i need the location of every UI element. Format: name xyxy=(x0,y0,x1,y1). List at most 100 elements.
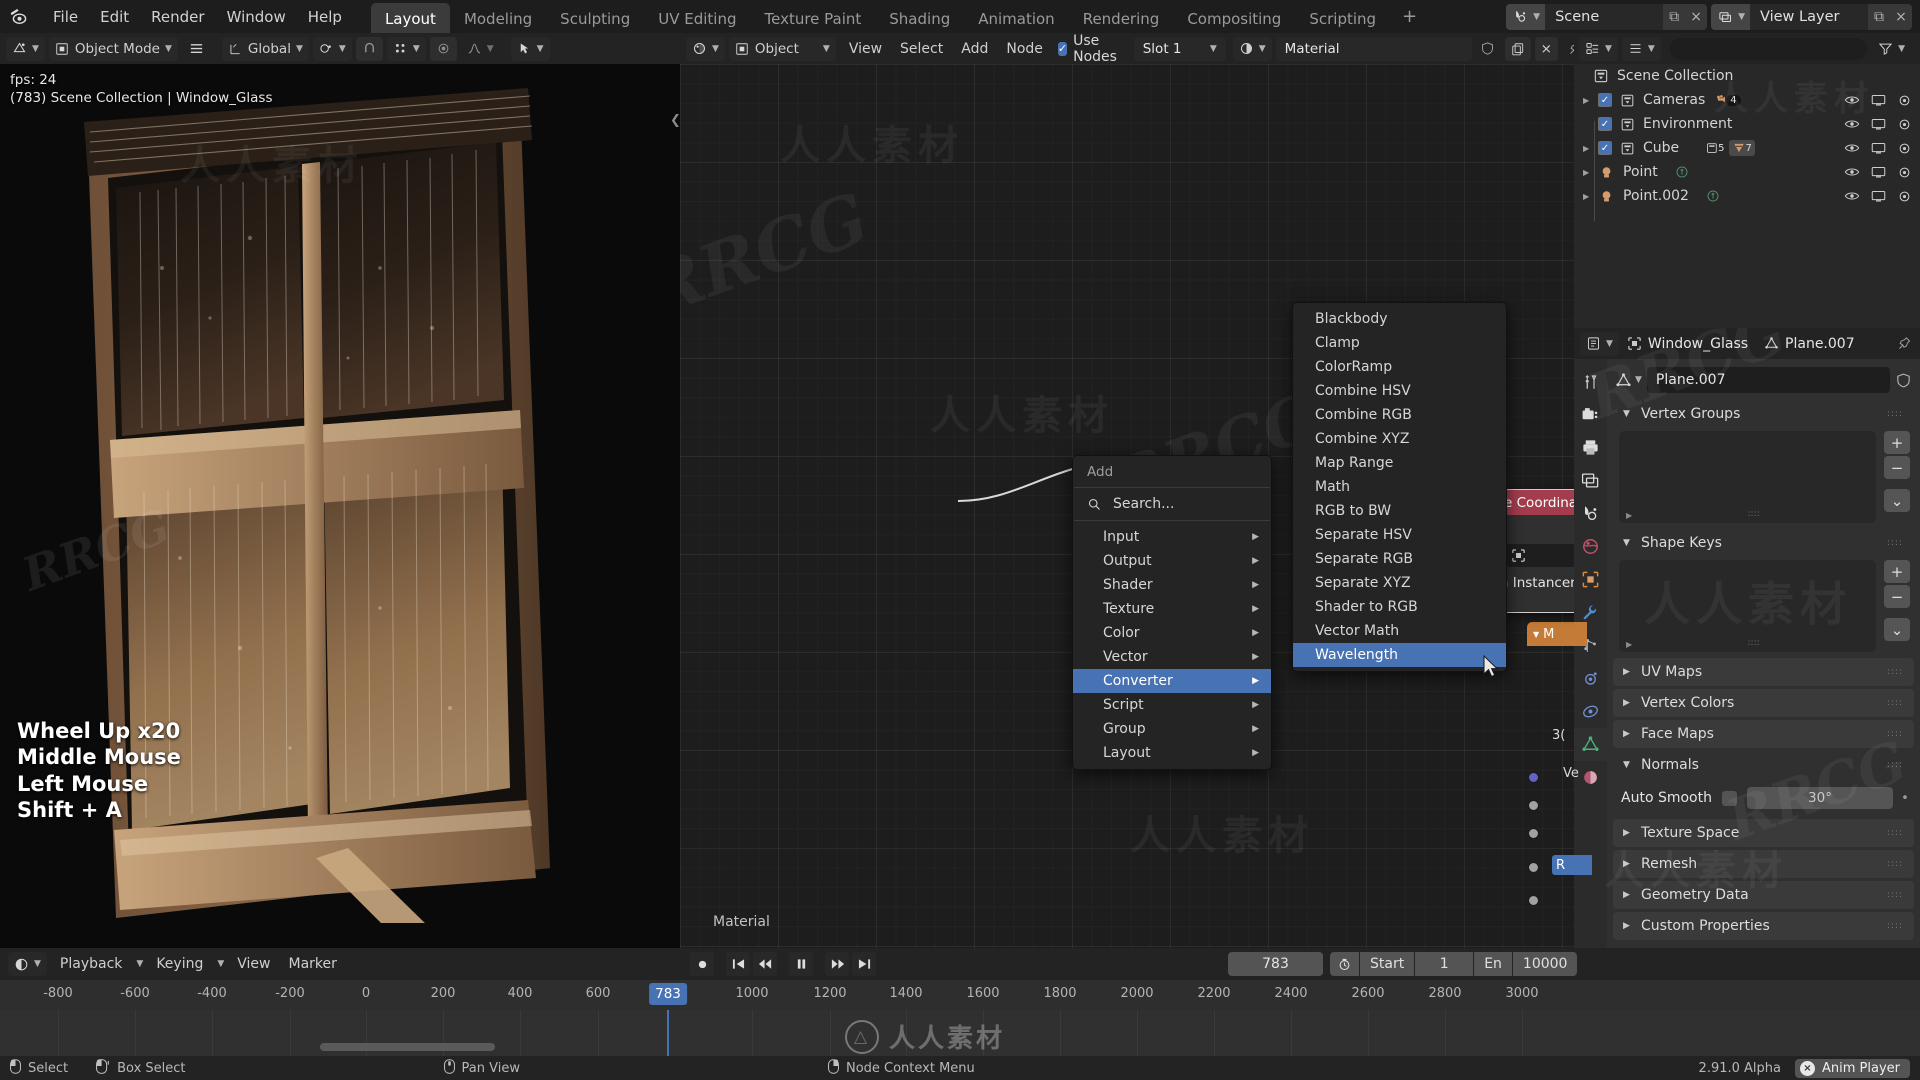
breadcrumb-data-name[interactable]: Plane.007 xyxy=(1785,336,1855,352)
remove-scene-button[interactable]: × xyxy=(1685,4,1707,30)
panel-face-maps[interactable]: ▶Face Maps :::: xyxy=(1613,720,1914,748)
add-menu-output[interactable]: Output▶ xyxy=(1073,549,1271,573)
material-slot-selector[interactable]: Slot 1 ▼ xyxy=(1134,37,1226,61)
menu-view[interactable]: View xyxy=(228,953,279,975)
partial-node-blue-field[interactable]: R xyxy=(1552,855,1592,875)
prev-keyframe-icon[interactable] xyxy=(753,952,777,976)
menu-file[interactable]: File xyxy=(42,5,89,29)
menu-add[interactable]: Add xyxy=(952,38,997,60)
animate-property-dot[interactable]: • xyxy=(1900,791,1910,806)
auto-key-clock-icon[interactable] xyxy=(1330,952,1359,976)
panel-remesh[interactable]: ▶Remesh :::: xyxy=(1613,850,1914,878)
mode-selector[interactable]: Object Mode ▼ xyxy=(49,37,178,61)
panel-custom-properties[interactable]: ▶Custom Properties :::: xyxy=(1613,912,1914,940)
editor-type-outliner-icon[interactable]: ▼ xyxy=(1579,37,1618,61)
3d-viewport[interactable]: fps: 24 (783) Scene Collection | Window_… xyxy=(0,33,680,948)
outliner-row-point-002[interactable]: ▶ Point.002 xyxy=(1574,184,1920,208)
screen-icon[interactable] xyxy=(1871,94,1886,107)
collection-exclude-checkbox[interactable]: ✓ xyxy=(1598,93,1612,107)
disclosure-triangle[interactable]: ▶ xyxy=(1583,168,1598,177)
outliner-row-point[interactable]: ▶ Point xyxy=(1574,160,1920,184)
use-nodes-checkbox[interactable]: ✓ Use Nodes xyxy=(1058,33,1122,65)
outliner-row-cameras[interactable]: ▶ ✓ Cameras 4 xyxy=(1574,88,1920,112)
fake-user-icon[interactable] xyxy=(1474,37,1501,61)
tab-animation[interactable]: Animation xyxy=(964,3,1068,36)
submenu-wavelength[interactable]: Wavelength xyxy=(1293,643,1506,667)
list-expand-arrow[interactable]: ▶ xyxy=(1626,511,1632,520)
properties-editor[interactable]: RRCG 人人素材 RRCG 人人素材 xyxy=(1574,328,1920,948)
camera-render-icon[interactable] xyxy=(1897,142,1912,155)
menu-marker[interactable]: Marker xyxy=(280,953,346,975)
add-menu-search-item[interactable]: Search... xyxy=(1073,492,1271,520)
partial-node-socket-vector[interactable] xyxy=(1528,772,1539,783)
camera-render-icon[interactable] xyxy=(1897,190,1912,203)
new-material-icon[interactable] xyxy=(1505,37,1531,61)
add-menu-vector[interactable]: Vector▶ xyxy=(1073,645,1271,669)
submenu-vector-math[interactable]: Vector Math xyxy=(1293,619,1506,643)
falloff-curve-icon[interactable]: ▼ xyxy=(461,37,500,61)
add-menu-group[interactable]: Group▶ xyxy=(1073,717,1271,741)
panel-texture-space[interactable]: ▶Texture Space :::: xyxy=(1613,819,1914,847)
submenu-separate-rgb[interactable]: Separate RGB xyxy=(1293,547,1506,571)
remove-viewlayer-button[interactable]: × xyxy=(1890,4,1912,30)
add-menu-layout[interactable]: Layout▶ xyxy=(1073,741,1271,765)
add-menu-texture[interactable]: Texture▶ xyxy=(1073,597,1271,621)
panel-vertex-colors[interactable]: ▶Vertex Colors :::: xyxy=(1613,689,1914,717)
tab-compositing[interactable]: Compositing xyxy=(1173,3,1295,36)
submenu-combine-hsv[interactable]: Combine HSV xyxy=(1293,379,1506,403)
blender-logo-icon[interactable] xyxy=(8,6,30,28)
panel-vertex-groups[interactable]: ▼Vertex Groups :::: xyxy=(1613,400,1914,428)
outliner-search-input[interactable] xyxy=(1670,38,1867,60)
physics-tab[interactable] xyxy=(1574,662,1607,695)
unlink-material-icon[interactable]: × xyxy=(1535,37,1558,61)
remove-shape-key-button[interactable]: − xyxy=(1884,585,1910,608)
select-mode-icon[interactable]: ▼ xyxy=(511,37,550,61)
properties-body[interactable]: ▼ Plane.007 ▼Vertex Groups :::: ▶ :::: +… xyxy=(1607,359,1920,948)
vertex-groups-list[interactable]: ▶ :::: xyxy=(1619,431,1876,523)
list-grip[interactable]: :::: xyxy=(1748,509,1760,519)
viewlayer-tab[interactable] xyxy=(1574,464,1607,497)
partial-node-socket-c[interactable] xyxy=(1528,862,1539,873)
add-shape-key-button[interactable]: + xyxy=(1884,560,1910,583)
anim-player-badge[interactable]: × Anim Player xyxy=(1795,1059,1910,1078)
camera-render-icon[interactable] xyxy=(1897,118,1912,131)
scene-name[interactable]: Scene xyxy=(1545,4,1663,30)
proportional-edit-icon[interactable] xyxy=(430,37,457,61)
start-frame-value[interactable]: 1 xyxy=(1415,952,1473,976)
playhead-line[interactable] xyxy=(667,1010,669,1056)
outliner-row-cube[interactable]: ▶ ✓ Cube 5 7 xyxy=(1574,136,1920,160)
vertex-group-specials-menu[interactable]: ⌄ xyxy=(1884,489,1910,512)
timeline-scrollbar[interactable] xyxy=(320,1043,495,1051)
close-icon[interactable]: × xyxy=(1800,1061,1815,1076)
panel-uv-maps[interactable]: ▶UV Maps :::: xyxy=(1613,658,1914,686)
collection-exclude-checkbox[interactable]: ✓ xyxy=(1598,141,1612,155)
eye-icon[interactable] xyxy=(1844,118,1860,130)
collection-exclude-checkbox[interactable]: ✓ xyxy=(1598,117,1612,131)
constraints-tab[interactable] xyxy=(1574,695,1607,728)
viewlayer-selector[interactable]: ▼ View Layer ⧉ × xyxy=(1711,4,1912,30)
menu-edit[interactable]: Edit xyxy=(89,5,140,29)
add-workspace-button[interactable]: + xyxy=(1390,1,1429,32)
timeline-ruler[interactable]: -800 -600 -400 -200 0 200 400 600 1000 1… xyxy=(0,980,1920,1010)
tab-shading[interactable]: Shading xyxy=(875,3,964,36)
material-name-field[interactable]: Material xyxy=(1276,37,1472,61)
list-grip[interactable]: :::: xyxy=(1748,638,1760,648)
transform-orientation-selector[interactable]: Global ▼ xyxy=(222,37,309,61)
submenu-combine-xyz[interactable]: Combine XYZ xyxy=(1293,427,1506,451)
menu-help[interactable]: Help xyxy=(297,5,353,29)
end-frame-label[interactable]: En xyxy=(1474,952,1512,976)
editor-type-3dview-icon[interactable]: ▼ xyxy=(6,37,45,61)
menu-window[interactable]: Window xyxy=(216,5,297,29)
viewlayer-icon[interactable]: ▼ xyxy=(1711,4,1750,30)
current-frame-field[interactable]: 783 xyxy=(1228,952,1323,976)
editor-type-shader-icon[interactable]: ▼ xyxy=(686,37,725,61)
editor-type-properties-icon[interactable]: ▼ xyxy=(1580,332,1619,356)
camera-render-icon[interactable] xyxy=(1897,94,1912,107)
partial-node-socket-d[interactable] xyxy=(1528,895,1539,906)
partial-node-socket-a[interactable] xyxy=(1528,800,1539,811)
jump-start-icon[interactable] xyxy=(726,952,750,976)
menu-node[interactable]: Node xyxy=(997,38,1052,60)
auto-smooth-angle-field[interactable]: 30° xyxy=(1747,787,1893,809)
submenu-rgb-to-bw[interactable]: RGB to BW xyxy=(1293,499,1506,523)
tab-rendering[interactable]: Rendering xyxy=(1069,3,1174,36)
